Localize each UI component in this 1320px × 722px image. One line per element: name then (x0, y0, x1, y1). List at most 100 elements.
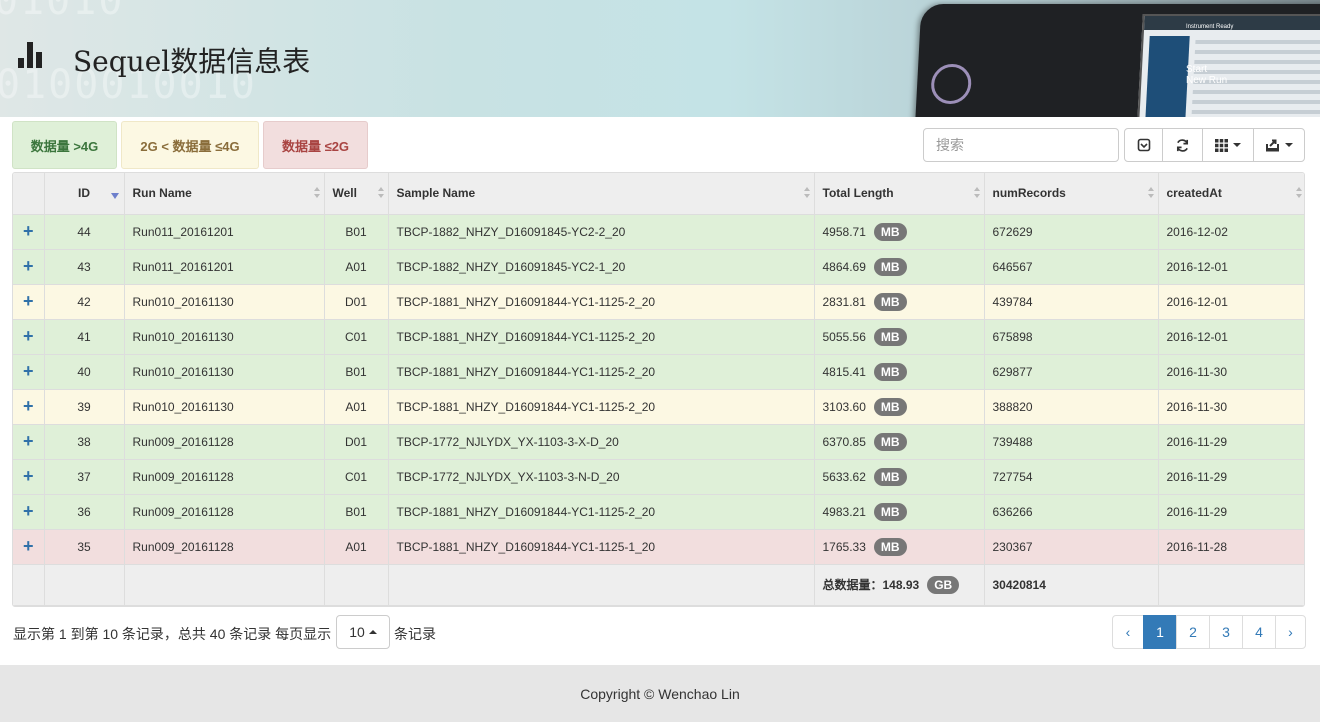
instrument-status-label: Instrument Ready (1186, 24, 1234, 30)
expand-row-icon[interactable]: + (13, 284, 45, 320)
cell-num-records: 388820 (984, 389, 1159, 425)
cell-total-length: 4983.21 MB (814, 494, 985, 530)
cell-sample-name: TBCP-1881_NHZY_D16091844-YC1-1125-1_20 (388, 529, 815, 565)
expand-row-icon[interactable]: + (13, 529, 45, 565)
column-header-sample-name[interactable]: Sample Name (388, 173, 815, 215)
cell-total-length: 4864.69 MB (814, 249, 985, 285)
cell-sample-name: TBCP-1881_NHZY_D16091844-YC1-1125-2_20 (388, 389, 815, 425)
cell-num-records: 672629 (984, 214, 1159, 250)
export-button[interactable] (1253, 128, 1305, 162)
next-page-button[interactable]: › (1275, 615, 1306, 649)
page-button-1[interactable]: 1 (1143, 615, 1177, 649)
cell-id: 38 (44, 424, 125, 460)
expand-row-icon[interactable]: + (13, 459, 45, 495)
pacbio-logo-icon (930, 64, 973, 104)
chevron-down-icon (1233, 143, 1241, 147)
cell-total-length: 2831.81 MB (814, 284, 985, 320)
page-button-4[interactable]: 4 (1242, 615, 1276, 649)
header-banner: 01010 0100010010 Sequel数据信息表 Instrument … (0, 0, 1320, 117)
cell-total-length: 5633.62 MB (814, 459, 985, 495)
page-button-2[interactable]: 2 (1176, 615, 1210, 649)
columns-toggle-button[interactable] (1202, 128, 1254, 162)
cell-id: 39 (44, 389, 125, 425)
cell-created-at: 2016-12-02 (1158, 214, 1304, 250)
cell-total-length: 4815.41 MB (814, 354, 985, 390)
table-row: +36 Run009_20161128 B01 TBCP-1881_NHZY_D160… (13, 494, 1304, 530)
search-input[interactable] (923, 128, 1119, 162)
cell-well: B01 (324, 354, 389, 390)
cell-sample-name: TBCP-1772_NJLYDX_YX-1103-3-N-D_20 (388, 459, 815, 495)
cell-well: C01 (324, 459, 389, 495)
cell-well: B01 (324, 494, 389, 530)
expand-row-icon[interactable]: + (13, 214, 45, 250)
cell-well: D01 (324, 284, 389, 320)
legend-high-volume: 数据量 >4G (12, 121, 117, 169)
cell-id: 40 (44, 354, 125, 390)
cell-run-name: Run010_20161130 (124, 389, 325, 425)
page-title: Sequel数据信息表 (73, 45, 311, 78)
cell-created-at: 2016-12-01 (1158, 284, 1304, 320)
refresh-button[interactable] (1162, 128, 1203, 162)
column-header-well[interactable]: Well (324, 173, 389, 215)
cell-created-at: 2016-11-29 (1158, 424, 1304, 460)
sort-desc-icon (110, 193, 119, 199)
cell-num-records: 727754 (984, 459, 1159, 495)
unit-badge: MB (873, 432, 907, 451)
toggle-view-button[interactable] (1124, 128, 1163, 162)
legend-low-volume: 数据量 ≤2G (263, 121, 368, 169)
expand-row-icon[interactable]: + (13, 494, 45, 530)
column-header-num-records[interactable]: numRecords (984, 173, 1159, 215)
refresh-icon (1176, 138, 1189, 152)
cell-num-records: 439784 (984, 284, 1159, 320)
sort-icon (313, 187, 320, 199)
cell-total-length: 6370.85 MB (814, 424, 985, 460)
expand-row-icon[interactable]: + (13, 354, 45, 390)
expand-row-icon[interactable]: + (13, 249, 45, 285)
cell-total-length: 5055.56 MB (814, 319, 985, 355)
expand-row-icon[interactable]: + (13, 424, 45, 460)
prev-page-button[interactable]: ‹ (1112, 615, 1144, 649)
table-row: +37 Run009_20161128 C01 TBCP-1772_NJLYDX_YX… (13, 459, 1304, 495)
cell-id: 35 (44, 529, 125, 565)
unit-badge: MB (873, 362, 907, 381)
cell-well: C01 (324, 319, 389, 355)
cell-num-records: 230367 (984, 529, 1159, 565)
unit-badge: MB (873, 327, 907, 346)
unit-badge: MB (873, 257, 907, 276)
table-footer-row: 总数据量：148.93 GB 30420814 (13, 564, 1304, 606)
chevron-up-icon (368, 630, 377, 634)
cell-sample-name: TBCP-1882_NHZY_D16091845-YC2-1_20 (388, 249, 815, 285)
table-row: +38 Run009_20161128 D01 TBCP-1772_NJLYDX_YX… (13, 424, 1304, 460)
cell-run-name: Run011_20161201 (124, 214, 325, 250)
unit-badge: MB (873, 502, 907, 521)
page-size-dropdown[interactable]: 10 (336, 615, 390, 649)
cell-num-records: 636266 (984, 494, 1159, 530)
sequencer-device-image (914, 4, 1320, 117)
cell-id: 41 (44, 319, 125, 355)
expand-row-icon[interactable]: + (13, 319, 45, 355)
cell-sample-name: TBCP-1881_NHZY_D16091844-YC1-1125-2_20 (388, 494, 815, 530)
cell-created-at: 2016-11-28 (1158, 529, 1304, 565)
cell-total-length: 1765.33 MB (814, 529, 985, 565)
cell-num-records: 739488 (984, 424, 1159, 460)
cell-well: A01 (324, 529, 389, 565)
table-row: +35 Run009_20161128 A01 TBCP-1881_NHZY_D160… (13, 529, 1304, 565)
expand-row-icon[interactable]: + (13, 389, 45, 425)
column-header-total-length[interactable]: Total Length (814, 173, 985, 215)
column-header-created-at[interactable]: createdAt (1158, 173, 1304, 215)
page-button-3[interactable]: 3 (1209, 615, 1243, 649)
cell-well: A01 (324, 249, 389, 285)
unit-badge: MB (873, 537, 907, 556)
sort-icon (803, 187, 810, 199)
cell-num-records: 646567 (984, 249, 1159, 285)
total-data-size: 总数据量：148.93 GB (814, 564, 985, 606)
table-row: +43 Run011_20161201 A01 TBCP-1882_NHZY_D160… (13, 249, 1304, 285)
column-header-id[interactable]: ID (44, 173, 125, 215)
cell-run-name: Run010_20161130 (124, 319, 325, 355)
column-header-run-name[interactable]: Run Name (124, 173, 325, 215)
cell-created-at: 2016-11-29 (1158, 494, 1304, 530)
bar-chart-icon (18, 42, 48, 68)
sort-icon (973, 187, 980, 199)
cell-num-records: 675898 (984, 319, 1159, 355)
cell-created-at: 2016-11-29 (1158, 459, 1304, 495)
